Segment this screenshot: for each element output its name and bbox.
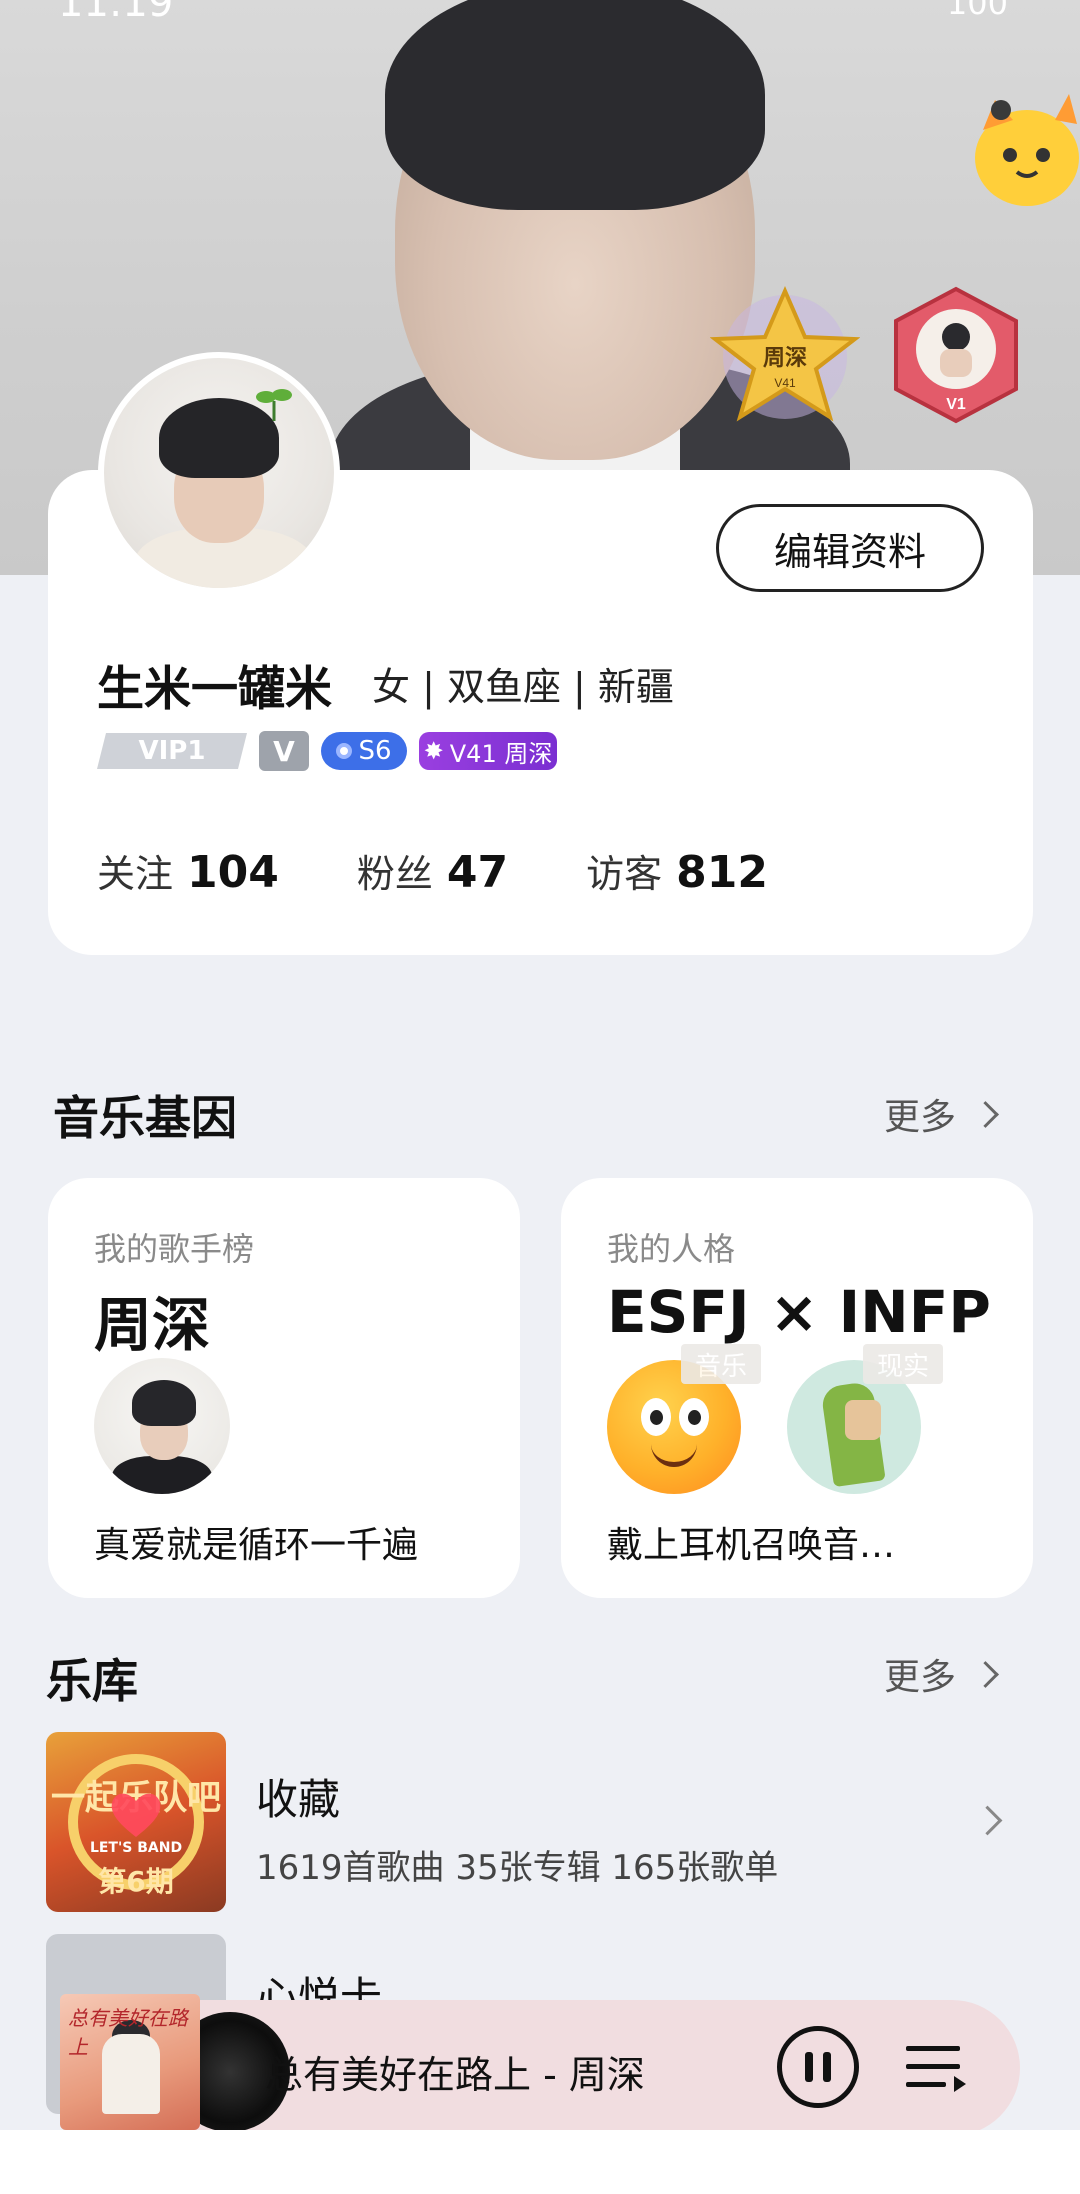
card-subtitle: 我的歌手榜	[94, 1230, 255, 1268]
vip-badge[interactable]: VIP1	[97, 733, 247, 769]
pause-icon	[805, 2052, 813, 2082]
chevron-right-icon	[972, 1805, 1003, 1836]
stat-label: 访客	[586, 852, 663, 896]
status-battery: 100	[946, 0, 1008, 22]
card-subtitle: 我的人格	[607, 1230, 736, 1268]
v-badge[interactable]: V	[259, 731, 309, 771]
sprout-icon	[256, 389, 292, 421]
singer-rank-card[interactable]: 我的歌手榜 周深 真爱就是循环一千遍	[48, 1178, 520, 1598]
library-item-subtitle: 1619首歌曲 35张专辑 165张歌单	[256, 1848, 779, 1888]
hero-hair	[385, 0, 765, 210]
sparkle-icon: ✸	[423, 737, 444, 765]
library-item-title: 收藏	[256, 1775, 341, 1824]
more-label: 更多	[884, 1097, 957, 1138]
stat-value: 104	[187, 847, 279, 898]
bottom-safe-area	[0, 2130, 1080, 2194]
circle-icon	[336, 743, 353, 759]
playlist-icon[interactable]	[904, 2036, 968, 2098]
cover-text-bottom: 第6期	[98, 1865, 174, 1898]
edit-profile-button[interactable]: 编辑资料	[716, 504, 984, 592]
username: 生米一罐米	[97, 662, 332, 717]
user-avatar[interactable]	[98, 352, 340, 594]
pause-icon-bar	[823, 2052, 831, 2082]
hexagon-badge-icon[interactable]: V1	[890, 285, 1022, 425]
reality-tag: 现实	[863, 1344, 944, 1384]
status-time: 11:19	[58, 0, 174, 26]
personality-type: ESFJ × INFP	[607, 1278, 991, 1346]
top-singer-name: 周深	[94, 1291, 211, 1359]
music-gene-title: 音乐基因	[53, 1091, 237, 1145]
library-title: 乐库	[46, 1654, 138, 1708]
personality-card[interactable]: 我的人格 ESFJ × INFP 音乐 现实 戴上耳机召唤音…	[561, 1178, 1033, 1598]
star-badge-level: V41	[774, 376, 796, 390]
singer-avatar	[94, 1358, 230, 1494]
fan-level-badge[interactable]: ✸ V41 周深	[419, 732, 557, 770]
pause-button[interactable]	[777, 2026, 859, 2108]
chevron-right-icon	[972, 1100, 999, 1128]
stat-visitors[interactable]: 访客 812	[586, 843, 768, 898]
star-badge-icon[interactable]: 周深 V41	[710, 285, 860, 425]
cover-caption: 总有美好在路上	[68, 2006, 188, 2059]
season-badge-label: S6	[358, 736, 392, 766]
music-gene-more-link[interactable]: 更多	[884, 1088, 999, 1140]
stat-label: 关注	[97, 852, 174, 896]
season-badge[interactable]: S6	[321, 732, 407, 770]
now-playing-cover[interactable]: 总有美好在路上	[60, 1994, 200, 2130]
chevron-right-icon	[972, 1660, 999, 1688]
fan-level-label: V41 周深	[449, 739, 553, 768]
library-more-link[interactable]: 更多	[884, 1648, 999, 1700]
user-stats: 关注 104 粉丝 47 访客 812	[97, 843, 846, 898]
card-description: 真爱就是循环一千遍	[94, 1525, 419, 1566]
stat-label: 粉丝	[356, 852, 433, 896]
heart-icon	[111, 1793, 161, 1837]
favorites-cover: 一起乐队吧 LET'S BAND 第6期	[46, 1732, 226, 1912]
mini-player[interactable]: 总有美好在路上 总有美好在路上 - 周深	[60, 1994, 1020, 2136]
now-playing-title[interactable]: 总有美好在路上 - 周深	[265, 2044, 645, 2099]
library-item-favorites[interactable]: 一起乐队吧 LET'S BAND 第6期 收藏 1619首歌曲 35张专辑 16…	[46, 1732, 1046, 1912]
more-label: 更多	[884, 1657, 957, 1698]
star-badge-text: 周深	[763, 345, 807, 370]
hexagon-badge-level: V1	[946, 396, 966, 413]
user-tags: VIP1 V S6 ✸ V41 周深	[97, 730, 557, 772]
card-description: 戴上耳机召唤音…	[607, 1525, 896, 1566]
stat-fans[interactable]: 粉丝 47	[357, 843, 508, 898]
stat-value: 47	[446, 847, 509, 898]
stat-following[interactable]: 关注 104	[97, 843, 279, 898]
music-tag: 音乐	[681, 1344, 762, 1384]
stat-value: 812	[676, 847, 768, 898]
cat-mascot-icon[interactable]	[965, 80, 1080, 210]
user-info: 女 | 双鱼座 | 新疆	[372, 665, 674, 709]
